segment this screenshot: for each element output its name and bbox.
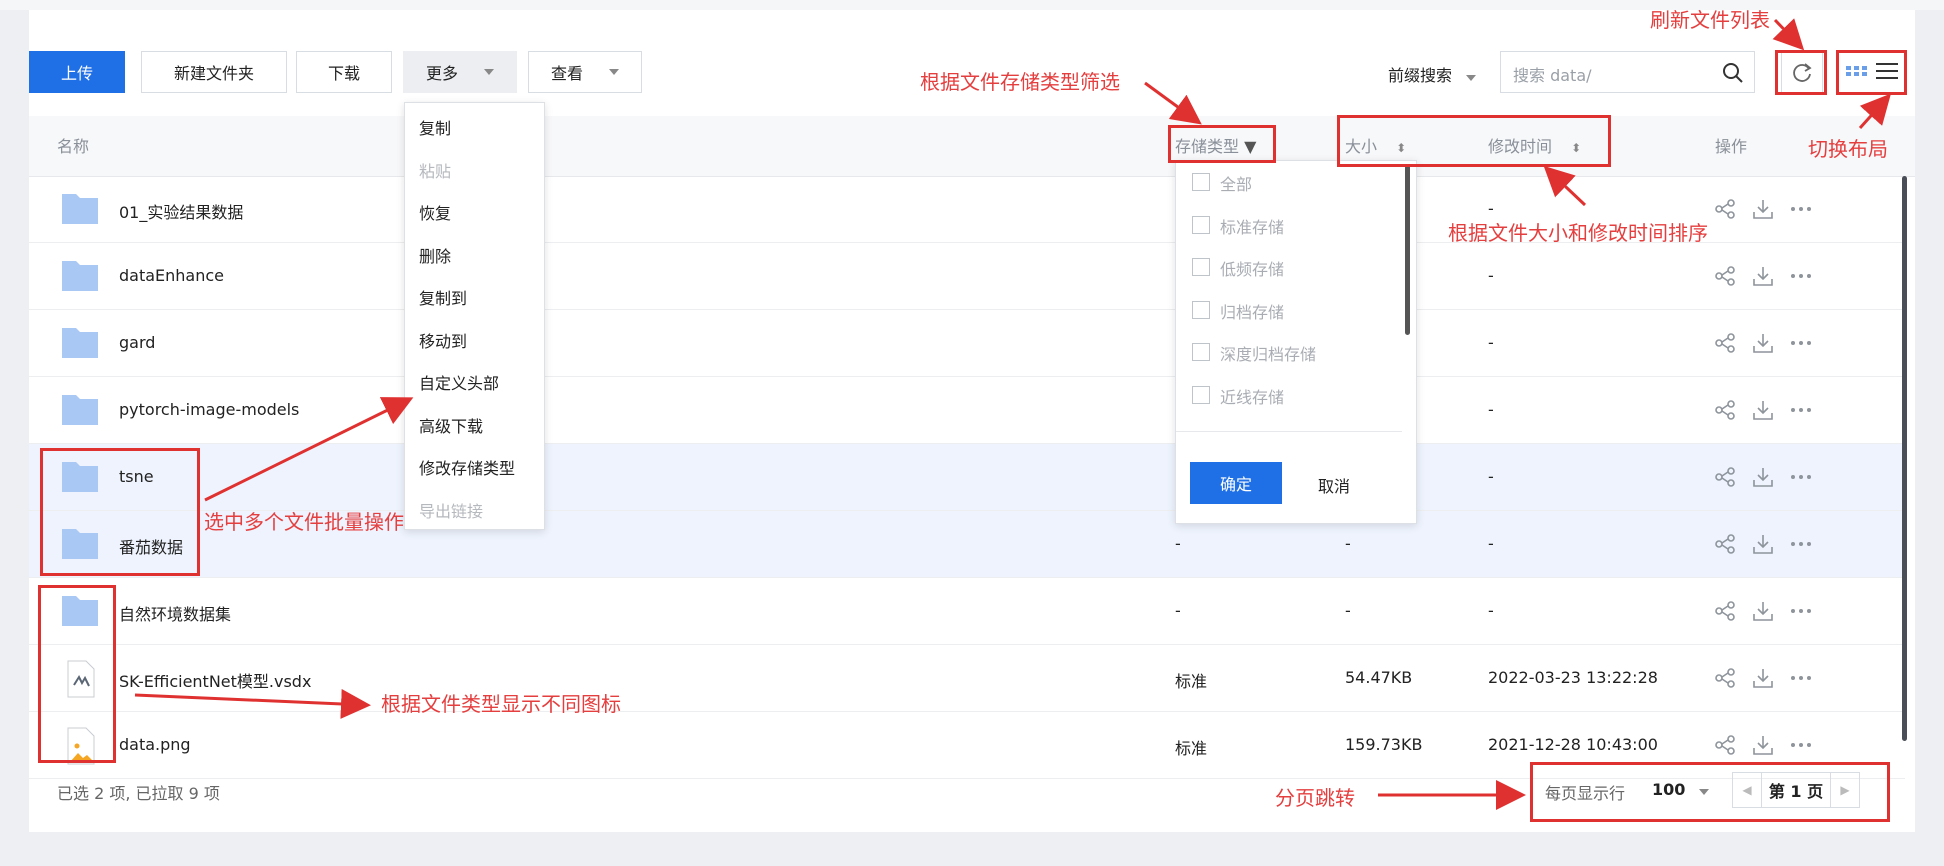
annotation-paging: 分页跳转 bbox=[1275, 786, 1355, 810]
annotation-filter: 根据文件存储类型筛选 bbox=[920, 70, 1120, 94]
annotation-refresh: 刷新文件列表 bbox=[1650, 8, 1770, 32]
annotation-sort: 根据文件大小和修改时间排序 bbox=[1448, 221, 1708, 245]
annotation-switch-layout: 切换布局 bbox=[1808, 137, 1888, 161]
annotation-batch: 选中多个文件批量操作 bbox=[204, 510, 404, 534]
annotation-arrows bbox=[134, 18, 1892, 810]
annotation-icons: 根据文件类型显示不同图标 bbox=[381, 692, 621, 716]
